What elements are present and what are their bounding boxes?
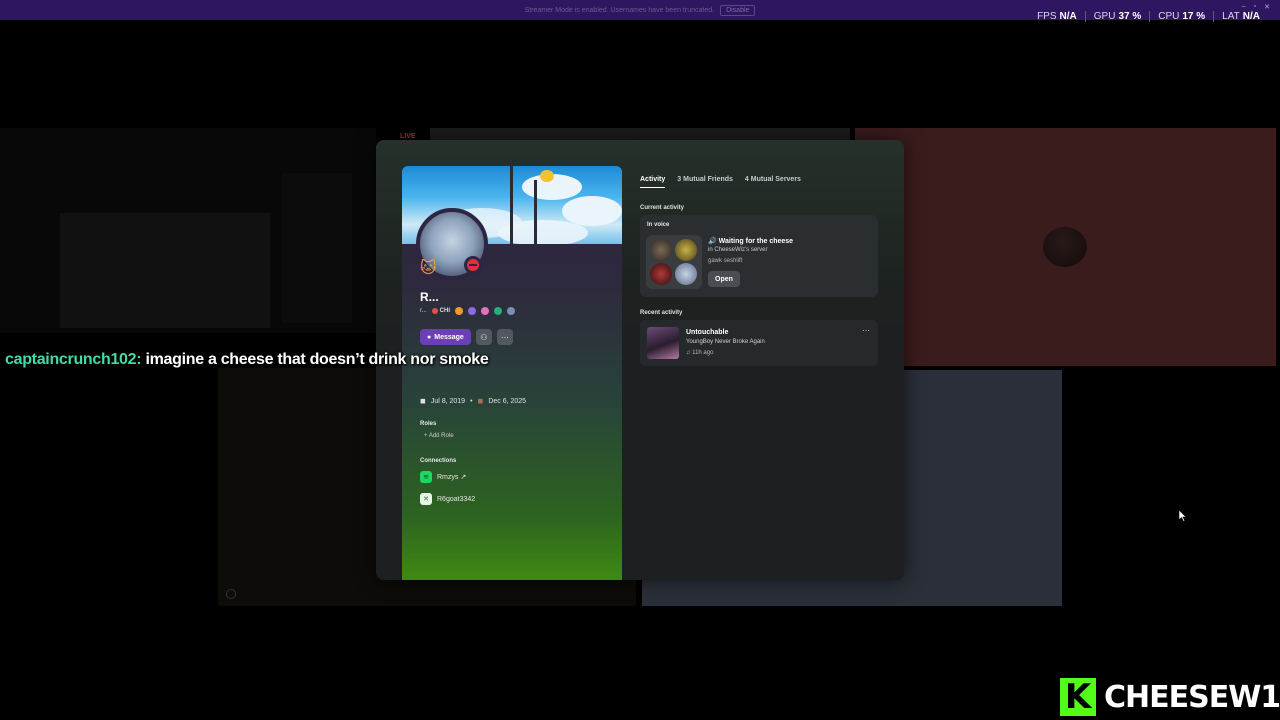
badge-nitro-icon[interactable] <box>481 307 490 315</box>
participant-avatar <box>675 263 697 285</box>
stat-cpu: CPU 17 % <box>1149 11 1213 22</box>
live-badge: LIVE <box>400 133 416 140</box>
participant-avatar <box>650 239 672 261</box>
disable-streamer-mode-button[interactable]: Disable <box>720 4 756 16</box>
profile-card: 🐱 R... r... CHI ● Message ⚇ ⋯ ◼ Jul 8, 20… <box>402 166 622 580</box>
participant-avatar <box>650 263 672 285</box>
connection-xbox[interactable]: ✕ R6goat3342 <box>420 493 475 505</box>
song-artist: YoungBoy Never Broke Again <box>686 339 765 345</box>
tab-mutual-friends[interactable]: 3 Mutual Friends <box>677 176 733 188</box>
maximize-icon[interactable]: ▫ <box>1254 3 1256 11</box>
voice-participants <box>646 235 702 289</box>
tile-settings-icon[interactable] <box>226 589 236 599</box>
stat-fps: FPS N/A <box>1037 11 1077 22</box>
profile-actions: ● Message ⚇ ⋯ <box>420 329 513 345</box>
album-art <box>647 327 679 359</box>
chat-text: imagine a cheese that doesn’t drink nor … <box>145 351 489 368</box>
close-icon[interactable]: ✕ <box>1264 3 1270 11</box>
roles-heading: Roles <box>420 421 437 427</box>
screenshare-tile[interactable] <box>0 128 376 333</box>
chat-username: captaincrunch102: <box>5 351 142 368</box>
tile-avatar <box>1043 227 1087 267</box>
badge-boost-icon[interactable] <box>455 307 464 315</box>
server-icon: ◼ <box>477 398 484 405</box>
recent-activity-card[interactable]: Untouchable YoungBoy Never Broke Again ♫… <box>640 320 878 366</box>
activity-more-icon[interactable]: ⋯ <box>862 326 870 335</box>
minimize-icon[interactable]: – <box>1242 3 1246 11</box>
add-friend-button[interactable]: ⚇ <box>475 329 492 345</box>
video-tile-red[interactable] <box>855 128 1276 366</box>
profile-tabs: Activity 3 Mutual Friends 4 Mutual Serve… <box>640 176 801 188</box>
connections-heading: Connections <box>420 458 457 464</box>
window-controls: – ▫ ✕ <box>1242 3 1270 11</box>
activity-time: ♫ 11h ago <box>686 350 714 356</box>
screenshare-content <box>60 213 270 328</box>
profile-tagline: r... CHI <box>420 307 516 315</box>
participant-avatar <box>675 239 697 261</box>
performance-stats: FPS N/A GPU 37 % CPU 17 % LAT N/A <box>1029 11 1268 22</box>
song-title: Untouchable <box>686 329 729 336</box>
in-voice-label: In voice <box>647 222 670 228</box>
spotify-icon: ≋ <box>420 471 432 483</box>
kick-logo-icon: K <box>1060 677 1096 717</box>
account-created-date: Jul 8, 2019 <box>430 397 466 405</box>
stat-gpu: GPU 37 % <box>1084 11 1149 22</box>
tab-mutual-servers[interactable]: 4 Mutual Servers <box>745 176 801 188</box>
dnd-status-icon <box>464 256 482 274</box>
display-name: R... <box>420 290 439 304</box>
user-add-icon: ⚇ <box>480 332 488 342</box>
message-button[interactable]: ● Message <box>420 329 471 345</box>
badge-quest-icon[interactable] <box>494 307 503 315</box>
open-voice-button[interactable]: Open <box>708 271 740 287</box>
voice-channel-name: 🔊 Waiting for the cheese <box>708 238 794 245</box>
recent-activity-heading: Recent activity <box>640 310 683 316</box>
stream-chat-message: captaincrunch102: imagine a cheese that … <box>5 348 505 371</box>
server-joined-date: Dec 6, 2025 <box>488 397 527 405</box>
discord-icon: ◼ <box>420 398 426 405</box>
member-since: ◼ Jul 8, 2019 • ◼ Dec 6, 2025 <box>420 397 527 406</box>
username: r... <box>420 308 427 314</box>
voice-activity-card: In voice 🔊 Waiting for the cheese in Che… <box>640 215 878 297</box>
tab-activity[interactable]: Activity <box>640 176 666 188</box>
channel-logo: K CHEESEW1Z <box>1060 677 1280 717</box>
chat-bubble-icon: ● <box>427 333 432 341</box>
voice-server-name: in CheeseWiz's server <box>708 247 768 253</box>
connection-spotify[interactable]: ≋ Rmzys ↗ <box>420 471 466 483</box>
badge-shield-icon[interactable] <box>468 307 477 315</box>
streamer-mode-text: Streamer Mode is enabled. Usernames have… <box>524 6 715 14</box>
channel-name: CHEESEW1Z <box>1104 679 1280 715</box>
screenshare-sidebar <box>282 173 352 323</box>
stat-latency: LAT N/A <box>1213 11 1268 22</box>
add-role-button[interactable]: + Add Role <box>424 433 454 439</box>
voice-members: gawk seshlift <box>708 258 743 264</box>
current-activity-heading: Current activity <box>640 205 685 211</box>
ellipsis-icon: ⋯ <box>500 332 509 342</box>
sun-icon <box>540 170 554 182</box>
guild-tag[interactable]: CHI <box>431 308 450 314</box>
more-options-button[interactable]: ⋯ <box>496 329 513 345</box>
badge-orb-icon[interactable] <box>507 307 516 315</box>
cat-decoration-icon: 🐱 <box>420 260 437 277</box>
xbox-icon: ✕ <box>420 493 432 505</box>
